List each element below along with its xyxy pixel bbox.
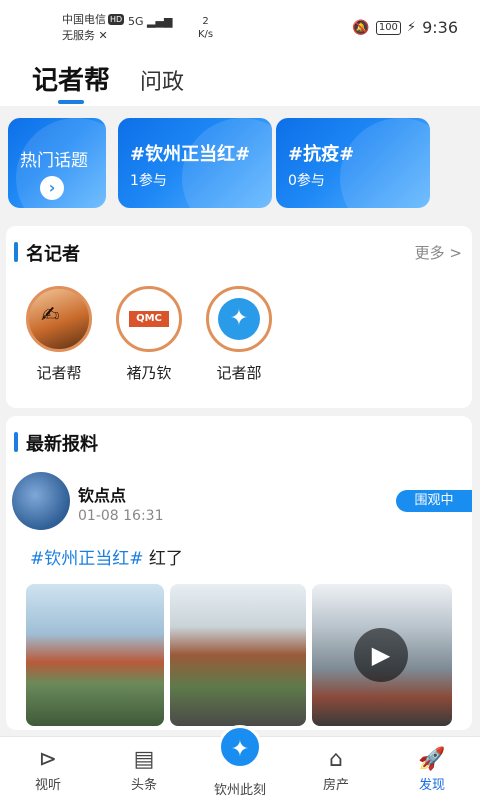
hot-topics-label: 热门话题 — [20, 151, 88, 171]
carrier-info: 中国电信 HD 无服务 ✕ — [62, 12, 125, 44]
nav-item-audiovisual[interactable]: ⊳ 视听 — [8, 745, 88, 795]
no-service-label: 无服务 — [62, 29, 95, 42]
status-bar: 中国电信 HD 无服务 ✕ 5G ▂▄▆ 2 K/s 🔕 100 ⚡ 9:36 — [0, 0, 480, 56]
topic-title: #钦州正当红# — [130, 144, 251, 165]
nav-label: 头条 — [130, 778, 157, 793]
latest-reports-section: 最新报料 钦点点 01-08 16:31 围观中 #钦州正当红# 红了 ▶ — [6, 416, 472, 730]
nav-item-qinzhou-now[interactable]: 钦州此刻 — [200, 779, 280, 798]
play-icon[interactable]: ▶ — [354, 628, 408, 682]
reporter-name: 褚乃钦 — [126, 364, 172, 382]
nav-label: 视听 — [34, 778, 61, 793]
topic-card[interactable]: #抗疫# 0参与 — [276, 118, 430, 208]
mute-icon: 🔕 — [352, 19, 370, 36]
no-service-icon: ✕ — [98, 29, 108, 42]
more-link[interactable]: 更多 > — [415, 242, 462, 263]
nav-item-discover[interactable]: 🚀 发现 — [392, 745, 472, 795]
charging-icon: ⚡ — [406, 20, 417, 35]
avatar[interactable] — [12, 472, 70, 530]
battery-icon: 100 — [375, 20, 401, 35]
avatar: QMC — [116, 286, 182, 352]
topic-participants: 1参与 — [130, 173, 167, 189]
play-circle-icon: ⊳ — [38, 747, 58, 772]
hd-badge: HD — [108, 14, 125, 25]
tab-inquiry[interactable]: 问政 — [140, 64, 184, 96]
carrier-name: 中国电信 — [62, 13, 106, 26]
avatar: ✦ — [206, 286, 272, 352]
tab-reporters[interactable]: 记者帮 — [32, 60, 110, 97]
top-tabs: 记者帮 问政 — [0, 56, 480, 106]
nav-item-headlines[interactable]: ▤ 头条 — [104, 745, 184, 795]
speed-value: 2 — [202, 16, 209, 27]
post-author[interactable]: 钦点点 — [78, 482, 126, 506]
rocket-icon: 🚀 — [418, 747, 446, 772]
hot-topics-card[interactable]: 热门话题 › — [8, 118, 106, 208]
topic-banners: 热门话题 › #钦州正当红# 1参与 #抗疫# 0参与 — [0, 110, 480, 218]
topic-card[interactable]: #钦州正当红# 1参与 — [118, 118, 272, 208]
arrow-right-icon[interactable]: › — [40, 176, 64, 200]
section-marker — [14, 242, 18, 262]
document-icon: ▤ — [133, 747, 155, 772]
topic-participants: 0参与 — [288, 173, 325, 189]
reporter-item[interactable]: ✦ 记者部 — [199, 286, 279, 383]
house-icon: ⌂ — [329, 747, 343, 772]
reporter-item[interactable]: ✍ 记者帮 — [19, 286, 99, 383]
network-speed: 2 K/s — [198, 15, 213, 41]
signal-icon: 5G ▂▄▆ — [128, 15, 173, 28]
section-title: 最新报料 — [26, 434, 98, 455]
post-photo[interactable] — [26, 584, 164, 726]
speed-unit: K/s — [198, 29, 214, 40]
status-right: 🔕 100 ⚡ 9:36 — [352, 18, 458, 37]
post-content[interactable]: #钦州正当红# 红了 — [30, 544, 183, 569]
reporter-name: 记者帮 — [36, 364, 82, 382]
reporters-section: 名记者 更多 > ✍ 记者帮 QMC 褚乃钦 ✦ 记者部 — [6, 226, 472, 408]
calligraphy-logo-icon: ✍ — [41, 303, 60, 328]
post-time: 01-08 16:31 — [78, 508, 164, 524]
nav-label: 发现 — [418, 778, 445, 793]
section-title: 名记者 — [26, 244, 80, 265]
dolphin-logo-icon[interactable]: ✦ — [218, 725, 262, 769]
topic-title: #抗疫# — [288, 144, 355, 165]
dolphin-logo-icon: ✦ — [218, 298, 260, 340]
post-text: 红了 — [143, 549, 183, 569]
qmc-logo-icon: QMC — [129, 311, 169, 327]
post-photo[interactable] — [170, 584, 306, 726]
section-marker — [14, 432, 18, 452]
reporter-item[interactable]: QMC 褚乃钦 — [109, 286, 189, 383]
post-video[interactable]: ▶ — [312, 584, 452, 726]
nav-item-real-estate[interactable]: ⌂ 房产 — [296, 745, 376, 795]
status-badge[interactable]: 围观中 — [396, 490, 472, 512]
avatar: ✍ — [26, 286, 92, 352]
nav-label: 房产 — [322, 778, 349, 793]
tab-indicator — [58, 100, 84, 104]
bottom-nav: ⊳ 视听 ▤ 头条 ✦ 钦州此刻 ⌂ 房产 🚀 发现 — [0, 725, 480, 800]
post-hashtag[interactable]: #钦州正当红# — [30, 549, 144, 569]
reporter-name: 记者部 — [216, 364, 262, 382]
clock: 9:36 — [422, 18, 458, 37]
